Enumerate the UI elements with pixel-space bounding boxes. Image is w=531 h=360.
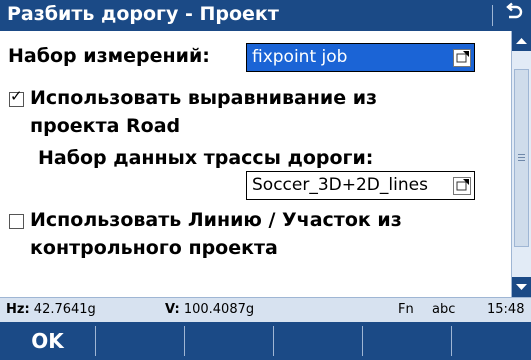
use-line-label-2: контрольного проекта (30, 237, 278, 259)
title-bar: Разбить дорогу - Проект (0, 0, 531, 31)
window-title: Разбить дорогу - Проект (7, 3, 279, 25)
road-dataset-label: Набор данных трассы дороги: (38, 147, 374, 169)
form-content: Набор измерений: fixpoint job ✓ Использо… (0, 31, 511, 297)
arrow-up-icon (516, 38, 527, 44)
dropdown-icon[interactable] (453, 49, 471, 67)
scroll-down-button[interactable] (512, 277, 531, 297)
road-dataset-value: Soccer_3D+2D_lines (252, 175, 428, 195)
thumb-grip-line (518, 154, 525, 155)
v-value: 100.4087g (183, 302, 255, 317)
softkey-bar: OK (0, 322, 531, 360)
v-label: V: (165, 302, 180, 317)
scroll-up-button[interactable] (512, 31, 531, 51)
road-dataset-select[interactable]: Soccer_3D+2D_lines (246, 171, 475, 200)
softkey-f5[interactable] (363, 322, 451, 360)
thumb-grip-line (518, 157, 525, 158)
softkey-f6[interactable] (452, 322, 531, 360)
checkmark-icon: ✓ (10, 87, 23, 105)
measurement-set-label: Набор измерений: (8, 45, 210, 67)
hz-readout: Hz: 42.7641g (6, 302, 96, 317)
status-bar: Hz: 42.7641g V: 100.4087g Fn abc 15:48 (0, 297, 531, 322)
softkey-f3[interactable] (185, 322, 273, 360)
v-readout: V: 100.4087g (165, 302, 254, 317)
use-alignment-label-1: Использовать выравнивание из (30, 87, 378, 109)
use-alignment-checkbox[interactable]: ✓ (9, 87, 24, 107)
return-arrow-glyph (506, 2, 523, 19)
hz-label: Hz: (6, 302, 30, 317)
hz-value: 42.7641g (33, 302, 96, 317)
input-mode-indicator: abc (432, 302, 456, 317)
fn-indicator: Fn (398, 302, 414, 317)
scroll-thumb[interactable] (514, 69, 529, 247)
softkey-f2[interactable] (96, 322, 184, 360)
softkey-ok[interactable]: OK (0, 322, 95, 360)
clock: 15:48 (487, 302, 525, 317)
use-line-checkbox[interactable] (9, 214, 24, 229)
thumb-grip-line (518, 160, 525, 161)
arrow-down-icon (516, 284, 527, 290)
dropdown-icon[interactable] (453, 177, 471, 195)
measurement-set-value: fixpoint job (252, 47, 348, 67)
softkey-f4[interactable] (274, 322, 362, 360)
vertical-scrollbar[interactable] (511, 31, 531, 297)
return-arrow-icon[interactable] (500, 2, 528, 29)
use-alignment-label-2: проекта Road (30, 115, 181, 137)
use-line-label-1: Использовать Линию / Участок из (30, 209, 402, 231)
measurement-set-select[interactable]: fixpoint job (246, 43, 475, 72)
title-divider (492, 5, 493, 26)
